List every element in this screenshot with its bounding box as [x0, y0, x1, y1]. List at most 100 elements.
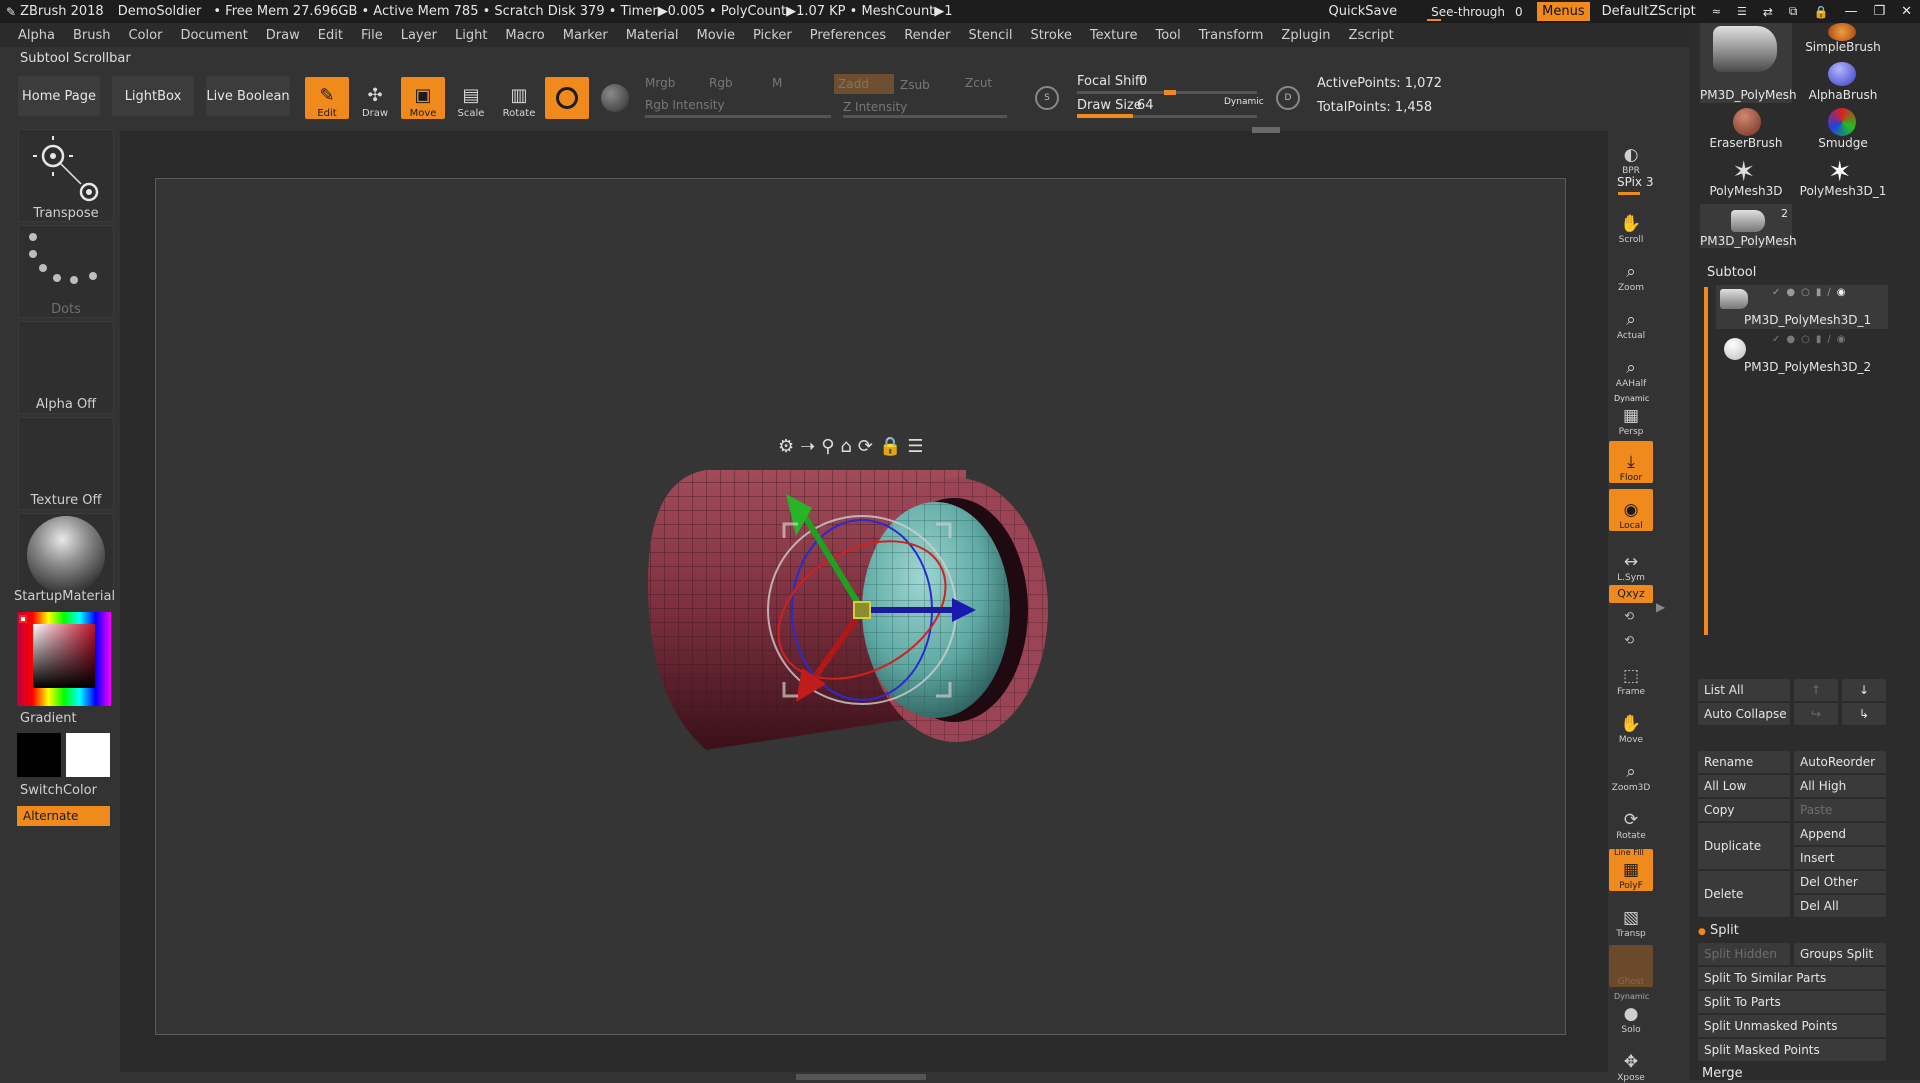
m-button[interactable]: M — [772, 76, 782, 90]
menu-preferences[interactable]: Preferences — [801, 28, 895, 43]
home-page-button[interactable]: Home Page — [18, 76, 100, 116]
canvas-scroll-handle[interactable] — [1252, 127, 1280, 133]
all-low-button[interactable]: All Low — [1698, 775, 1790, 797]
insert-button[interactable]: Insert — [1794, 847, 1886, 869]
menu-zscript[interactable]: Zscript — [1340, 28, 1403, 43]
subtool-2-toggles[interactable]: ✓●○▮∕◉ — [1772, 334, 1851, 345]
focal-shift-label[interactable]: Focal Shift — [1077, 74, 1144, 89]
thumb-label-6[interactable]: PolyMesh3D_1 — [1798, 184, 1888, 198]
swap-icon[interactable]: ⇄ — [1755, 5, 1781, 19]
gizmo-button[interactable] — [545, 77, 589, 119]
merge-section-header[interactable]: Merge — [1702, 1066, 1743, 1081]
frame-button[interactable]: ⬚ Frame — [1609, 655, 1653, 697]
smudge-brush-icon[interactable] — [1828, 108, 1856, 136]
z-intensity-slider[interactable]: Z Intensity — [843, 100, 907, 114]
menu-macro[interactable]: Macro — [496, 28, 553, 43]
rgb-button[interactable]: Rgb — [709, 76, 733, 90]
draw-button[interactable]: ✣ Draw — [353, 77, 397, 120]
bpr-button[interactable]: ◐ BPR — [1609, 134, 1653, 176]
subtool-row-2[interactable]: ✓●○▮∕◉ PM3D_PolyMesh3D_2 — [1716, 332, 1888, 376]
thumb-label-5[interactable]: PolyMesh3D — [1700, 184, 1792, 198]
dynamic-size-icon[interactable]: D — [1276, 86, 1300, 110]
delete-button[interactable]: Delete — [1698, 871, 1790, 917]
eraser-brush-icon[interactable] — [1733, 108, 1761, 136]
all-high-button[interactable]: All High — [1794, 775, 1886, 797]
zadd-button[interactable]: Zadd — [834, 74, 894, 94]
xpose-button[interactable]: ✥ Xpose — [1609, 1041, 1653, 1083]
xyz-symmetry-button[interactable]: Qxyz — [1609, 585, 1653, 603]
move-view-button[interactable]: ✋ Move — [1609, 703, 1653, 745]
live-boolean-button[interactable]: Live Boolean — [206, 76, 290, 116]
split-to-parts-button[interactable]: Split To Parts — [1698, 991, 1886, 1013]
rename-button[interactable]: Rename — [1698, 751, 1790, 773]
wifi-icon[interactable]: ≈ — [1704, 5, 1729, 18]
zoom3d-button[interactable]: ⌕ Zoom3D — [1609, 751, 1653, 793]
move-up-icon[interactable]: ↑ — [1794, 679, 1838, 701]
dynamic-toggle[interactable]: Dynamic — [1224, 97, 1264, 107]
del-other-button[interactable]: Del Other — [1794, 871, 1886, 893]
draw-size-label[interactable]: Draw Size — [1077, 98, 1142, 113]
alternate-button[interactable]: Alternate — [17, 806, 110, 826]
local-button[interactable]: ◉ Local — [1609, 489, 1653, 531]
autoreorder-button[interactable]: AutoReorder — [1794, 751, 1886, 773]
menu-color[interactable]: Color — [119, 28, 171, 43]
lsym-button[interactable]: ↔ L.Sym — [1609, 541, 1653, 583]
subtool-1-toggles[interactable]: ✓●○▮∕◉ — [1772, 287, 1851, 298]
right-scroll-arrow[interactable]: ▶ — [1656, 600, 1665, 614]
arrow-icon[interactable]: ↪ — [1794, 703, 1838, 725]
minimize-icon[interactable]: — — [1836, 4, 1865, 19]
rotate-view-button[interactable]: ⟳ Rotate — [1609, 799, 1653, 841]
menu-alpha[interactable]: Alpha — [0, 28, 64, 43]
menu-marker[interactable]: Marker — [554, 28, 617, 43]
menus-button[interactable]: Menus — [1537, 2, 1590, 21]
split-unmasked-button[interactable]: Split Unmasked Points — [1698, 1015, 1886, 1037]
menu-texture[interactable]: Texture — [1081, 28, 1147, 43]
copy-window-icon[interactable]: ⧉ — [1781, 4, 1806, 19]
menu-layer[interactable]: Layer — [392, 28, 446, 43]
menu-stencil[interactable]: Stencil — [959, 28, 1021, 43]
thumb-label-4[interactable]: Smudge — [1798, 136, 1888, 150]
primary-color-swatch[interactable] — [17, 733, 61, 777]
layout-icon[interactable]: ☰ — [1729, 5, 1755, 18]
thumb-label-1[interactable]: SimpleBrush — [1798, 40, 1888, 54]
scroll-button[interactable]: ✋ Scroll — [1609, 203, 1653, 245]
restore-icon[interactable]: ❐ — [1865, 4, 1893, 19]
lightbox-button[interactable]: LightBox — [112, 76, 194, 116]
menu-tool[interactable]: Tool — [1146, 28, 1189, 43]
bottom-scroll-handle[interactable] — [796, 1074, 926, 1080]
rgb-intensity-slider[interactable]: Rgb Intensity — [645, 98, 725, 112]
zsub-button[interactable]: Zsub — [900, 78, 930, 92]
simple-brush-icon[interactable] — [1828, 23, 1856, 41]
close-icon[interactable]: ✕ — [1893, 4, 1920, 19]
spix-slider[interactable] — [1618, 192, 1640, 195]
rotate-y-icon[interactable]: ⟲ — [1624, 609, 1634, 623]
paste-button[interactable]: Paste — [1794, 799, 1886, 821]
menu-zplugin[interactable]: Zplugin — [1272, 28, 1339, 43]
rotate-button[interactable]: ▥ Rotate — [497, 77, 541, 120]
ghost-button[interactable]: Ghost — [1609, 945, 1653, 987]
alpha-brush-icon[interactable] — [1828, 62, 1856, 86]
aahalf-button[interactable]: ⌕ AAHalf — [1609, 347, 1653, 389]
color-picker-shade[interactable] — [33, 624, 95, 688]
menu-stroke[interactable]: Stroke — [1021, 28, 1080, 43]
menu-picker[interactable]: Picker — [744, 28, 801, 43]
material-slot[interactable] — [18, 513, 114, 600]
copy-button[interactable]: Copy — [1698, 799, 1790, 821]
mesh-model[interactable] — [636, 440, 1076, 760]
del-all-button[interactable]: Del All — [1794, 895, 1886, 917]
subtool-header[interactable]: Subtool — [1707, 265, 1756, 280]
menu-light[interactable]: Light — [446, 28, 496, 43]
move-down-icon[interactable]: ↓ — [1842, 679, 1886, 701]
duplicate-button[interactable]: Duplicate — [1698, 823, 1790, 869]
arrow-down-right-icon[interactable]: ↳ — [1842, 703, 1886, 725]
material-sphere-icon[interactable] — [601, 84, 629, 112]
zcut-button[interactable]: Zcut — [965, 76, 992, 90]
menu-file[interactable]: File — [352, 28, 392, 43]
menu-edit[interactable]: Edit — [309, 28, 352, 43]
see-through-slider[interactable]: See-through 0 — [1423, 3, 1523, 21]
groups-split-button[interactable]: Groups Split — [1794, 943, 1886, 965]
menu-material[interactable]: Material — [617, 28, 688, 43]
quicksave-button[interactable]: QuickSave — [1320, 4, 1405, 19]
split-similar-parts-button[interactable]: Split To Similar Parts — [1698, 967, 1886, 989]
menu-movie[interactable]: Movie — [688, 28, 744, 43]
